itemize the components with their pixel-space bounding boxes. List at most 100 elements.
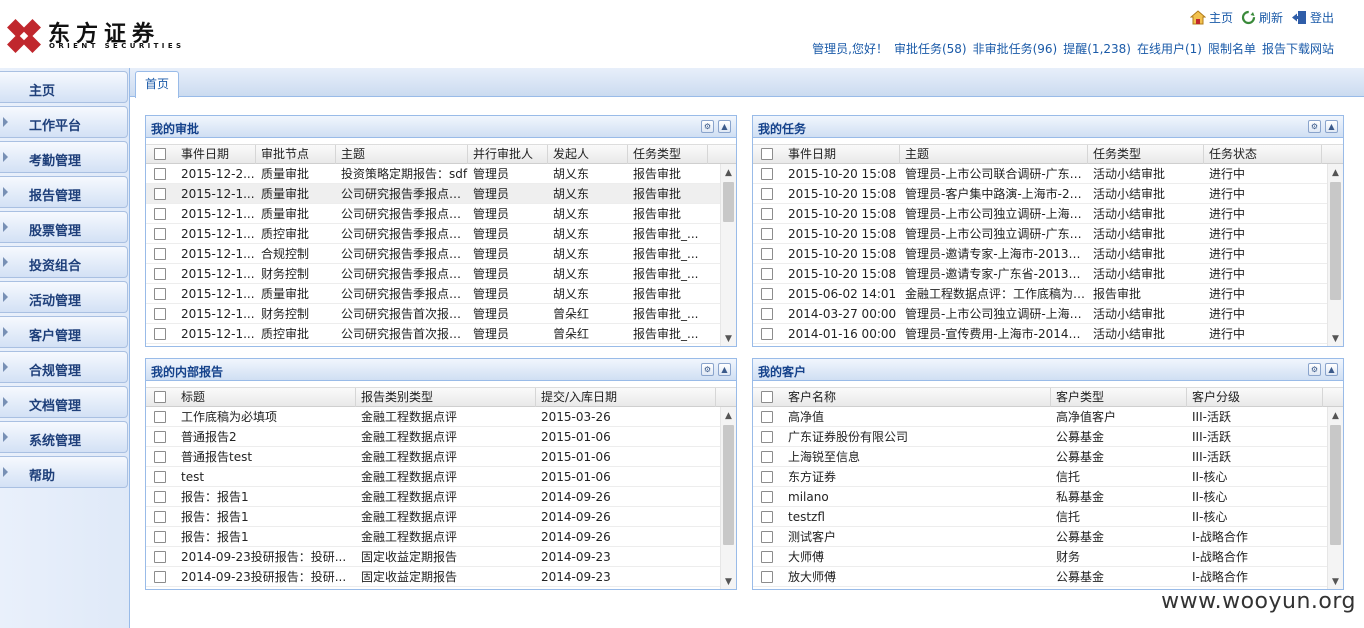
row-checkbox[interactable]	[154, 531, 166, 543]
scroll-down-icon[interactable]: ▼	[1328, 332, 1343, 346]
scroll-up-icon[interactable]: ▲	[1328, 409, 1343, 423]
row-checkbox[interactable]	[761, 208, 773, 220]
sidebar-item-clients[interactable]: 客户管理	[0, 316, 128, 348]
column-header[interactable]: 标题	[176, 388, 356, 407]
vertical-scrollbar[interactable]: ▲ ▼	[720, 164, 736, 346]
column-header[interactable]: 报告类别类型	[356, 388, 536, 407]
row-checkbox[interactable]	[154, 168, 166, 180]
table-row[interactable]: 2015-12-1... 质量审批 公司研究报告季报点评： 管理员 胡乂东 报告审批	[146, 184, 720, 204]
row-checkbox[interactable]	[761, 288, 773, 300]
row-checkbox[interactable]	[761, 248, 773, 260]
column-header[interactable]: 提交/入库日期	[536, 388, 716, 407]
row-checkbox[interactable]	[154, 431, 166, 443]
panel-settings-icon[interactable]: ⚙	[1308, 120, 1321, 133]
scroll-up-icon[interactable]: ▲	[1328, 166, 1343, 180]
table-row[interactable]: 工作底稿为必填项 金融工程数据点评 2015-03-26	[146, 407, 720, 427]
table-row[interactable]: 2015-12-2... 质量审批 投资策略定期报告：sdf 管理员 胡乂东 报告审批	[146, 164, 720, 184]
row-checkbox[interactable]	[761, 471, 773, 483]
sidebar-item-documents[interactable]: 文档管理	[0, 386, 128, 418]
table-row[interactable]: 2014-09-23投研报告：投研... 固定收益定期报告 2014-09-23	[146, 547, 720, 567]
row-checkbox[interactable]	[154, 248, 166, 260]
column-header[interactable]: 事件日期	[176, 145, 256, 164]
row-checkbox[interactable]	[154, 451, 166, 463]
sidebar-item-system[interactable]: 系统管理	[0, 421, 128, 453]
table-row[interactable]: 报告：报告1 金融工程数据点评 2014-09-26	[146, 507, 720, 527]
row-checkbox[interactable]	[761, 451, 773, 463]
table-row[interactable]: 普通报告2 金融工程数据点评 2015-01-06	[146, 427, 720, 447]
table-row[interactable]: 2015-10-20 15:08 管理员-客户集中路演-上海市-2015 活动小结审…	[753, 184, 1327, 204]
table-row[interactable]: 报告：报告1 金融工程数据点评 2014-09-26	[146, 527, 720, 547]
row-checkbox[interactable]	[154, 288, 166, 300]
panel-collapse-icon[interactable]: ▲	[1325, 120, 1338, 133]
table-row[interactable]: milano 私募基金 II-核心	[753, 487, 1327, 507]
table-row[interactable]: 2015-12-1... 质量审批 公司研究报告季报点评： 管理员 胡乂东 报告审批	[146, 284, 720, 304]
row-checkbox[interactable]	[154, 268, 166, 280]
select-all-checkbox[interactable]	[154, 391, 166, 403]
table-row[interactable]: 2014-01-16 00:00 管理员-宣传费用-上海市-2014年01 活动小结…	[753, 324, 1327, 344]
table-row[interactable]: 高净值 高净值客户 III-活跃	[753, 407, 1327, 427]
column-header[interactable]: 客户类型	[1051, 388, 1187, 407]
sidebar-item-workbench[interactable]: 工作平台	[0, 106, 128, 138]
row-checkbox[interactable]	[154, 511, 166, 523]
row-checkbox[interactable]	[761, 511, 773, 523]
table-row[interactable]: 2015-10-20 15:08 管理员-邀请专家-广东省-2013年12 活动小结…	[753, 264, 1327, 284]
sidebar-item-portfolio[interactable]: 投资组合	[0, 246, 128, 278]
row-checkbox[interactable]	[761, 551, 773, 563]
select-all-checkbox[interactable]	[761, 391, 773, 403]
table-row[interactable]: 2015-10-20 15:08 管理员-上市公司独立调研-广东省-2 活动小结审批…	[753, 224, 1327, 244]
panel-settings-icon[interactable]: ⚙	[1308, 363, 1321, 376]
row-checkbox[interactable]	[761, 531, 773, 543]
vertical-scrollbar[interactable]: ▲ ▼	[1327, 407, 1343, 589]
scrollbar-thumb[interactable]	[1330, 425, 1341, 545]
scrollbar-thumb[interactable]	[723, 425, 734, 545]
row-checkbox[interactable]	[761, 491, 773, 503]
column-header[interactable]: 客户名称	[783, 388, 1051, 407]
column-header[interactable]: 发起人	[548, 145, 628, 164]
home-link[interactable]: 主页	[1189, 9, 1233, 26]
table-row[interactable]: 广东证券股份有限公司 公募基金 III-活跃	[753, 427, 1327, 447]
logout-link[interactable]: 登出	[1291, 9, 1334, 26]
sidebar-item-home[interactable]: 主页	[0, 71, 128, 103]
row-checkbox[interactable]	[761, 571, 773, 583]
panel-collapse-icon[interactable]: ▲	[718, 120, 731, 133]
table-row[interactable]: 大师傅 财务 I-战略合作	[753, 547, 1327, 567]
table-row[interactable]: 上海锐至信息 公募基金 III-活跃	[753, 447, 1327, 467]
row-checkbox[interactable]	[761, 328, 773, 340]
row-checkbox[interactable]	[154, 188, 166, 200]
column-header[interactable]: 审批节点	[256, 145, 336, 164]
row-checkbox[interactable]	[761, 168, 773, 180]
scroll-down-icon[interactable]: ▼	[1328, 575, 1343, 589]
row-checkbox[interactable]	[761, 268, 773, 280]
table-row[interactable]: 2015-06-02 14:01 金融工程数据点评：工作底稿为必填 报告审批 进行中	[753, 284, 1327, 304]
online-users-link[interactable]: 在线用户(1)	[1137, 40, 1202, 57]
approval-tasks-link[interactable]: 审批任务(58)	[894, 40, 967, 57]
table-row[interactable]: 2015-10-20 15:08 管理员-邀请专家-上海市-2013年12 活动小结…	[753, 244, 1327, 264]
vertical-scrollbar[interactable]: ▲ ▼	[1327, 164, 1343, 346]
vertical-scrollbar[interactable]: ▲ ▼	[720, 407, 736, 589]
row-checkbox[interactable]	[154, 551, 166, 563]
table-row[interactable]: 放大师傅 公募基金 I-战略合作	[753, 567, 1327, 587]
table-row[interactable]: 普通报告test 金融工程数据点评 2015-01-06	[146, 447, 720, 467]
column-header[interactable]: 主题	[336, 145, 468, 164]
column-header[interactable]: 任务状态	[1204, 145, 1322, 164]
sidebar-item-attendance[interactable]: 考勤管理	[0, 141, 128, 173]
table-row[interactable]: testzfl 信托 II-核心	[753, 507, 1327, 527]
table-row[interactable]: test 金融工程数据点评 2015-01-06	[146, 467, 720, 487]
row-checkbox[interactable]	[761, 308, 773, 320]
table-row[interactable]: 东方证券 信托 II-核心	[753, 467, 1327, 487]
reminders-link[interactable]: 提醒(1,238)	[1063, 40, 1131, 57]
column-header[interactable]: 事件日期	[783, 145, 900, 164]
scrollbar-thumb[interactable]	[723, 182, 734, 222]
panel-collapse-icon[interactable]: ▲	[1325, 363, 1338, 376]
sidebar-item-activities[interactable]: 活动管理	[0, 281, 128, 313]
sidebar-item-help[interactable]: 帮助	[0, 456, 128, 488]
table-row[interactable]: 报告：报告1 金融工程数据点评 2014-09-26	[146, 487, 720, 507]
column-header[interactable]: 任务类型	[628, 145, 708, 164]
orient-securities-logo[interactable]: 东方证券 ORIENT SECURITIES	[2, 12, 181, 58]
restricted-list-link[interactable]: 限制名单	[1208, 40, 1256, 57]
table-row[interactable]: 2014-03-27 00:00 管理员-上市公司独立调研-上海市-2 活动小结审批…	[753, 304, 1327, 324]
row-checkbox[interactable]	[761, 431, 773, 443]
report-site-link[interactable]: 报告下载网站	[1262, 40, 1334, 57]
scroll-up-icon[interactable]: ▲	[721, 166, 736, 180]
non-approval-tasks-link[interactable]: 非审批任务(96)	[973, 40, 1058, 57]
